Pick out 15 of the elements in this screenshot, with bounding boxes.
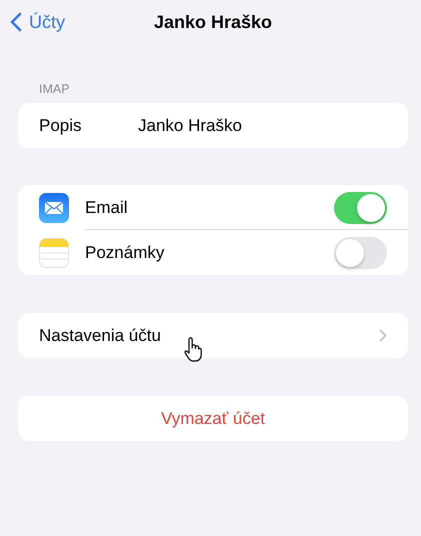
notes-icon <box>39 238 69 268</box>
field-label: Popis <box>39 116 83 136</box>
chevron-right-icon <box>379 329 387 342</box>
account-settings-item[interactable]: Nastavenia účtu <box>39 326 379 346</box>
back-chevron-icon <box>10 12 22 32</box>
toggle-label: Poznámky <box>85 242 166 262</box>
section-header: IMAP <box>39 81 71 97</box>
delete-account-button[interactable]: Vymazať účet <box>18 396 408 441</box>
description-value[interactable]: Janko Hraško <box>138 116 242 136</box>
toggle-switch[interactable] <box>334 236 387 268</box>
toggle-label: Email <box>85 198 129 218</box>
toggle-switch[interactable] <box>334 192 387 224</box>
back-button[interactable]: Účty <box>10 12 65 32</box>
screen-title: Janko Hraško <box>154 12 272 32</box>
mail-icon <box>39 192 69 222</box>
